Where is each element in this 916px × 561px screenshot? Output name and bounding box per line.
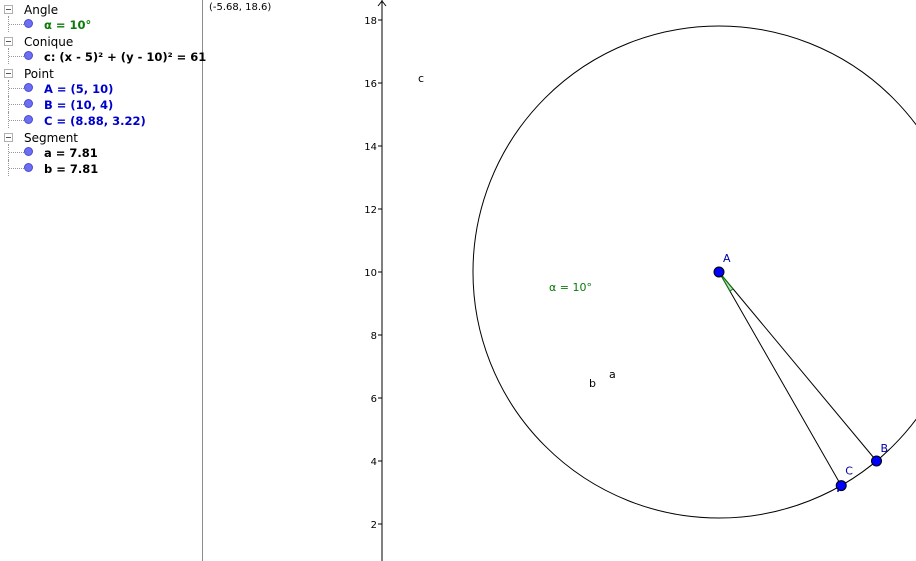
collapse-icon[interactable] — [4, 37, 13, 46]
visibility-toggle-icon[interactable] — [24, 83, 33, 92]
y-tick-label: 2 — [371, 520, 377, 531]
tree-line — [9, 104, 24, 105]
tree-line — [9, 168, 24, 169]
algebra-item-C[interactable]: C = (8.88, 3.22) — [0, 112, 202, 128]
y-tick-label: 18 — [364, 16, 377, 27]
y-axis-ticks: 2 4 6 8 10 12 14 16 18 — [364, 16, 382, 531]
collapse-icon[interactable] — [4, 69, 13, 78]
stray-dot — [837, 490, 839, 492]
segment-a[interactable] — [718, 271, 877, 462]
group-label-angle: Angle — [24, 3, 59, 17]
point-C[interactable] — [835, 480, 847, 492]
group-header: Segment — [0, 128, 202, 145]
item-text-a[interactable]: a = 7.81 — [44, 146, 98, 160]
point-label-B[interactable]: B — [881, 442, 889, 455]
y-tick-label: 14 — [364, 142, 377, 153]
visibility-toggle-icon[interactable] — [24, 163, 33, 172]
item-text-B[interactable]: B = (10, 4) — [44, 98, 113, 112]
y-tick-label: 4 — [371, 457, 377, 468]
group-conique: Conique c: (x - 5)² + (y - 10)² = 61 — [0, 32, 206, 64]
visibility-toggle-icon[interactable] — [24, 147, 33, 156]
visibility-toggle-icon[interactable] — [24, 99, 33, 108]
tree-line — [9, 88, 24, 89]
algebra-item-b[interactable]: b = 7.81 — [0, 160, 202, 176]
circle-label[interactable]: c — [418, 72, 424, 85]
group-header: Angle — [0, 0, 202, 17]
algebra-item-B[interactable]: B = (10, 4) — [0, 96, 202, 112]
item-text-b[interactable]: b = 7.81 — [44, 162, 98, 176]
item-text-c[interactable]: c: (x - 5)² + (y - 10)² = 61 — [44, 50, 206, 64]
group-angle: Angle α = 10° — [0, 0, 202, 32]
collapse-icon[interactable] — [4, 5, 13, 14]
group-header: Conique — [0, 32, 202, 49]
y-tick-label: 12 — [364, 205, 377, 216]
coordinate-readout: (-5.68, 18.6) — [209, 2, 272, 13]
item-text-A[interactable]: A = (5, 10) — [44, 82, 113, 96]
segment-b[interactable] — [718, 271, 842, 486]
item-text-alpha[interactable]: α = 10° — [44, 18, 91, 32]
y-tick-label: 10 — [364, 268, 377, 279]
algebra-view: Angle α = 10° Conique c: (x - 5)² + (y -… — [0, 0, 206, 561]
algebra-item-alpha[interactable]: α = 10° — [0, 16, 202, 32]
tree-line — [9, 56, 24, 57]
visibility-toggle-icon[interactable] — [24, 51, 33, 60]
tree-line — [9, 24, 24, 25]
y-tick-label: 16 — [364, 79, 377, 90]
group-label-conique: Conique — [24, 35, 74, 49]
point-B[interactable] — [871, 455, 882, 467]
group-segment: Segment a = 7.81 b = 7.81 — [0, 128, 202, 176]
graphics-canvas[interactable]: 24681012141618 c a = 7.81 a b α = 10° AB… — [204, 0, 916, 561]
tree-line — [9, 152, 24, 153]
graphics-view[interactable]: 24681012141618 c a = 7.81 a b α = 10° AB… — [204, 0, 916, 561]
y-tick-label: 8 — [371, 331, 377, 342]
collapse-icon[interactable] — [4, 133, 13, 142]
tree-line — [9, 120, 24, 121]
angle-label[interactable]: α = 10° — [549, 281, 592, 294]
visibility-toggle-icon[interactable] — [24, 115, 33, 124]
segment-a-label[interactable]: a — [609, 368, 616, 381]
algebra-item-c[interactable]: c: (x - 5)² + (y - 10)² = 61 — [0, 48, 206, 64]
algebra-item-A[interactable]: A = (5, 10) — [0, 80, 202, 96]
points-layer: A B C — [713, 252, 889, 492]
group-header: Point — [0, 64, 202, 81]
point-label-A[interactable]: A — [723, 252, 731, 265]
circle-c[interactable] — [472, 25, 916, 519]
group-label-point: Point — [24, 67, 54, 81]
algebra-item-a[interactable]: a = 7.81 — [0, 144, 202, 160]
point-label-C[interactable]: C — [845, 465, 853, 478]
visibility-toggle-icon[interactable] — [24, 19, 33, 28]
y-tick-label: 6 — [371, 394, 377, 405]
point-A[interactable] — [713, 266, 725, 278]
segment-b-label[interactable]: b — [589, 377, 596, 390]
group-label-segment: Segment — [24, 131, 78, 145]
group-point: Point A = (5, 10) B = (10, 4) C = (8.88,… — [0, 64, 202, 128]
item-text-C[interactable]: C = (8.88, 3.22) — [44, 114, 146, 128]
